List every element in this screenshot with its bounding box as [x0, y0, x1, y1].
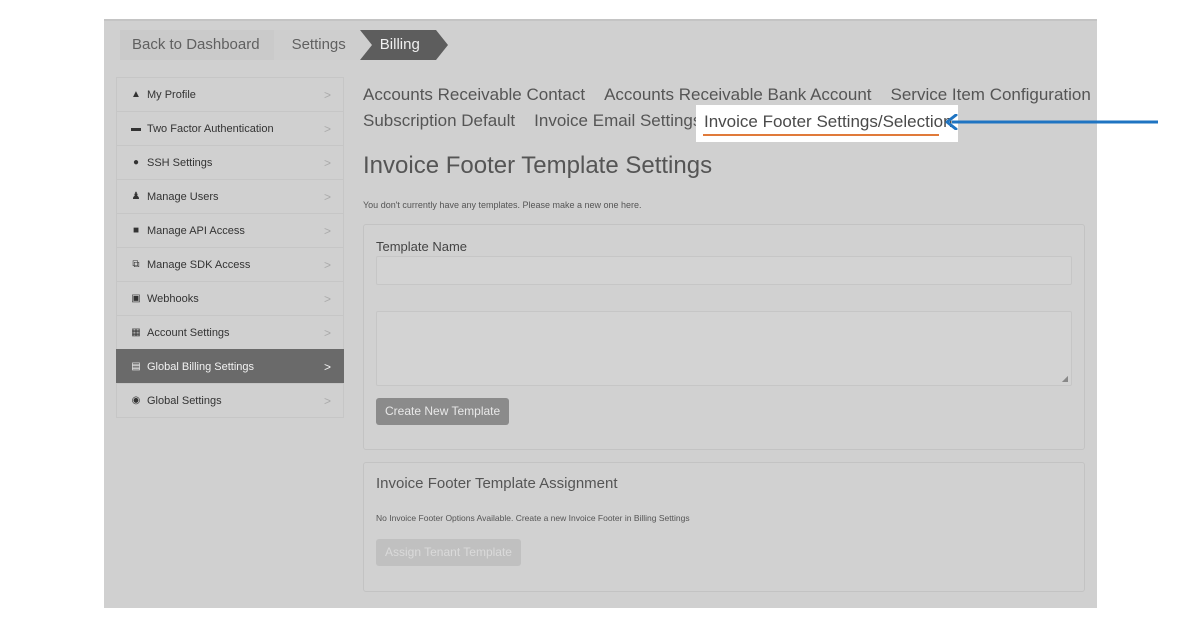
- settings-sidebar: ▲ My Profile > ▬ Two Factor Authenticati…: [116, 77, 344, 418]
- person-icon: ▲: [131, 89, 141, 100]
- sidebar-item-label: Manage SDK Access: [147, 258, 251, 271]
- tab-invoice-email-settings[interactable]: Invoice Email Settings: [534, 111, 701, 136]
- chevron-right-icon: >: [323, 87, 331, 102]
- assignment-note: No Invoice Footer Options Available. Cre…: [376, 513, 690, 523]
- sidebar-item-ssh-settings[interactable]: ● SSH Settings >: [116, 145, 344, 179]
- sidebar-item-webhooks[interactable]: ▣ Webhooks >: [116, 281, 344, 315]
- annotation-arrow-icon: [945, 114, 1158, 130]
- top-border: [104, 19, 1097, 21]
- sidebar-item-two-factor[interactable]: ▬ Two Factor Authentication >: [116, 111, 344, 145]
- create-new-template-button[interactable]: Create New Template: [376, 398, 510, 425]
- chevron-right-icon: >: [323, 155, 331, 170]
- no-templates-note: You don't currently have any templates. …: [363, 200, 642, 210]
- sidebar-item-label: Global Settings: [147, 394, 222, 407]
- app-window: Back to Dashboard Settings Billing ▲ My …: [104, 19, 1097, 608]
- assign-tenant-template-button[interactable]: Assign Tenant Template: [376, 539, 521, 566]
- sidebar-item-label: Two Factor Authentication: [147, 122, 274, 135]
- chevron-right-icon: >: [323, 291, 331, 306]
- monitor-icon: ▣: [131, 293, 141, 304]
- resize-handle-icon[interactable]: ◢: [1062, 374, 1068, 383]
- sdk-icon: ⧉: [132, 259, 140, 270]
- briefcase-icon: ▬: [131, 123, 141, 134]
- chevron-right-icon: >: [323, 393, 331, 408]
- sidebar-item-label: My Profile: [147, 88, 196, 101]
- key-icon: ●: [132, 157, 140, 168]
- sidebar-item-label: Account Settings: [147, 326, 230, 339]
- sidebar-item-manage-api-access[interactable]: ■ Manage API Access >: [116, 213, 344, 247]
- sidebar-item-account-settings[interactable]: ▦ Account Settings >: [116, 315, 344, 349]
- sidebar-item-label: Manage API Access: [147, 224, 245, 237]
- breadcrumb-back-to-dashboard[interactable]: Back to Dashboard: [120, 30, 274, 60]
- sidebar-item-manage-sdk-access[interactable]: ⧉ Manage SDK Access >: [116, 247, 344, 281]
- users-icon: ♟: [131, 191, 141, 202]
- sidebar-item-manage-users[interactable]: ♟ Manage Users >: [116, 179, 344, 213]
- template-name-label: Template Name: [376, 239, 468, 254]
- template-settings-panel: Template Name ◢ Create New Template: [363, 224, 1085, 450]
- chevron-right-icon: >: [323, 223, 331, 238]
- breadcrumb-settings[interactable]: Settings: [273, 30, 360, 60]
- template-name-input[interactable]: [376, 256, 1072, 285]
- tab-accounts-receivable-contact[interactable]: Accounts Receivable Contact: [363, 85, 585, 110]
- chevron-right-icon: >: [323, 121, 331, 136]
- tab-subscription-default[interactable]: Subscription Default: [363, 111, 515, 136]
- page-title: Invoice Footer Template Settings: [363, 152, 713, 179]
- chevron-right-icon: >: [323, 257, 331, 272]
- tab-invoice-footer-settings[interactable]: Invoice Footer Settings/Selection: [696, 105, 958, 142]
- sidebar-item-label: Webhooks: [147, 292, 199, 305]
- sidebar-item-global-settings[interactable]: ◉ Global Settings >: [116, 383, 344, 418]
- sidebar-item-global-billing-settings[interactable]: ▤ Global Billing Settings >: [116, 349, 344, 383]
- breadcrumb: Back to Dashboard Settings Billing: [120, 30, 448, 60]
- footer-text-textarea[interactable]: ◢: [376, 311, 1072, 386]
- sidebar-item-my-profile[interactable]: ▲ My Profile >: [116, 77, 344, 111]
- calculator-icon: ▤: [131, 361, 141, 372]
- building-icon: ▦: [131, 327, 141, 338]
- assignment-title: Invoice Footer Template Assignment: [376, 475, 618, 492]
- tab-active-underline: [703, 134, 939, 136]
- chevron-right-icon: >: [323, 189, 331, 204]
- chevron-right-icon: >: [323, 325, 331, 340]
- tab-invoice-footer-label: Invoice Footer Settings/Selection: [704, 112, 953, 131]
- breadcrumb-billing[interactable]: Billing: [359, 30, 448, 60]
- sidebar-item-label: Manage Users: [147, 190, 219, 203]
- chevron-right-icon: >: [323, 359, 331, 374]
- sidebar-item-label: Global Billing Settings: [147, 360, 255, 373]
- globe-icon: ◉: [131, 395, 141, 406]
- api-icon: ■: [132, 225, 140, 236]
- sidebar-item-label: SSH Settings: [147, 156, 213, 169]
- template-assignment-panel: Invoice Footer Template Assignment No In…: [363, 462, 1085, 592]
